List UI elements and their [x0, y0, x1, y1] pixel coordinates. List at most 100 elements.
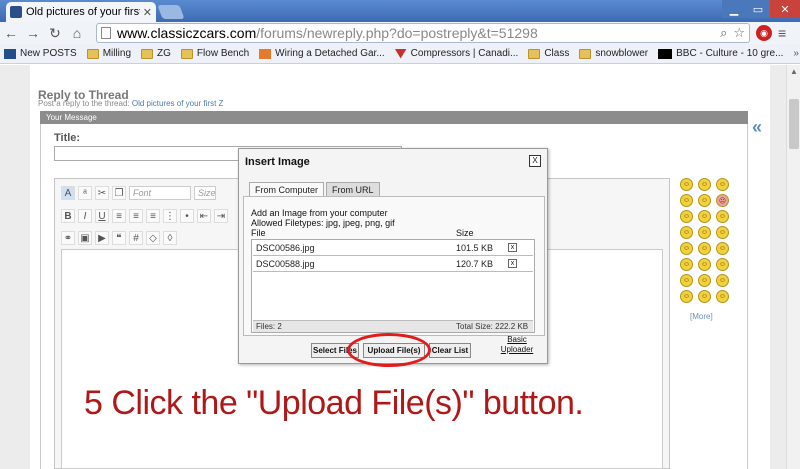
quote-icon[interactable]: ❝: [112, 231, 126, 245]
smiley-icon[interactable]: ☺: [698, 258, 711, 271]
bbc-icon: [658, 48, 673, 59]
bookmark-item[interactable]: New POSTS: [4, 48, 77, 59]
smiley-icon[interactable]: ☺: [698, 210, 711, 223]
bookmark-item[interactable]: Milling: [86, 48, 131, 59]
smiley-icon[interactable]: ☺: [680, 242, 693, 255]
collapse-icon[interactable]: «: [752, 117, 762, 138]
browser-tab[interactable]: Old pictures of your first Z - | ✕: [6, 2, 156, 22]
numbered-list-icon[interactable]: ⋮: [163, 209, 177, 223]
italic-icon[interactable]: I: [78, 209, 92, 223]
tab-strip: Old pictures of your first Z - | ✕ ▁ ▭ ✕: [0, 0, 800, 22]
code-icon[interactable]: #: [129, 231, 143, 245]
file-size: 101.5 KB: [456, 243, 494, 253]
new-tab-button[interactable]: [157, 5, 185, 19]
title-label: Title:: [54, 132, 81, 144]
insert-image-dialog: Insert Image X From Computer From URL Ad…: [238, 148, 548, 364]
bookmark-item[interactable]: Compressors | Canadi...: [394, 48, 518, 59]
html-icon[interactable]: ◊: [163, 231, 177, 245]
smiley-icon[interactable]: ☺: [716, 290, 729, 303]
bookmark-item[interactable]: Flow Bench: [180, 48, 249, 59]
bookmark-item[interactable]: Class: [528, 48, 569, 59]
minimize-icon[interactable]: ▁: [722, 0, 746, 18]
bookmark-item[interactable]: Wiring a Detached Gar...: [259, 48, 385, 59]
dialog-close-button[interactable]: X: [529, 155, 541, 167]
copy-icon[interactable]: ❐: [112, 186, 126, 200]
smiley-icon[interactable]: ☺: [698, 242, 711, 255]
php-icon[interactable]: ◇: [146, 231, 160, 245]
link-icon[interactable]: ⚭: [61, 231, 75, 245]
cut-icon[interactable]: ✂: [95, 186, 109, 200]
smiley-icon[interactable]: ☺: [680, 210, 693, 223]
upload-panel: Add an Image from your computer Allowed …: [243, 196, 545, 336]
forward-icon[interactable]: →: [22, 23, 44, 43]
maximize-icon[interactable]: ▭: [746, 0, 770, 18]
window-close-icon[interactable]: ✕: [770, 0, 800, 18]
reload-icon[interactable]: ↻: [44, 23, 66, 43]
smiley-icon[interactable]: ☺: [716, 242, 729, 255]
smiley-icon[interactable]: ☺: [698, 194, 711, 207]
browser-toolbar: ← → ↻ ⌂ www.classiczcars.com/forums/newr…: [0, 22, 800, 44]
smiley-icon[interactable]: ☺: [698, 178, 711, 191]
bookmark-item[interactable]: BBC - Culture - 10 gre...: [658, 48, 783, 59]
extension-icon[interactable]: ◉: [756, 25, 772, 41]
smiley-icon[interactable]: ☺: [698, 274, 711, 287]
address-bar[interactable]: www.classiczcars.com/forums/newreply.php…: [96, 23, 750, 43]
chevron-right-icon[interactable]: »: [793, 48, 800, 59]
smiley-icon[interactable]: ☺: [680, 258, 693, 271]
align-left-icon[interactable]: ≡: [112, 209, 126, 223]
menu-icon[interactable]: ≡: [778, 25, 786, 41]
remove-file-icon[interactable]: x: [508, 259, 517, 268]
underline-icon[interactable]: U: [95, 209, 109, 223]
bookmark-star-icon[interactable]: ☆: [733, 25, 745, 41]
clear-list-button[interactable]: Clear List: [429, 343, 471, 358]
file-list: DSC00586.jpg 101.5 KB x DSC00588.jpg 120…: [251, 239, 535, 333]
image-icon[interactable]: ▣: [78, 231, 92, 245]
wysiwyg-icon[interactable]: A: [61, 186, 75, 200]
smiley-icon[interactable]: ☺: [680, 290, 693, 303]
remove-format-icon[interactable]: ᵃ: [78, 186, 92, 200]
smiley-icon[interactable]: ☺: [698, 290, 711, 303]
smiley-icon[interactable]: ☹: [716, 194, 729, 207]
basic-uploader-link[interactable]: Basic Uploader: [497, 335, 537, 355]
smiley-icon[interactable]: ☺: [698, 226, 711, 239]
smiley-icon[interactable]: ☺: [716, 258, 729, 271]
file-row: DSC00588.jpg 120.7 KB x: [253, 257, 533, 272]
bold-icon[interactable]: B: [61, 209, 75, 223]
tab-close-icon[interactable]: ✕: [143, 6, 152, 19]
smilies-more-link[interactable]: [More]: [690, 312, 713, 321]
scrollbar[interactable]: ▲: [786, 65, 800, 469]
size-select[interactable]: Size: [194, 186, 216, 200]
folder-icon: [141, 48, 154, 59]
site-favicon-icon: [10, 6, 22, 18]
smiley-icon[interactable]: ☺: [716, 226, 729, 239]
back-icon[interactable]: ←: [0, 23, 22, 43]
scroll-up-icon[interactable]: ▲: [790, 67, 798, 76]
smiley-icon[interactable]: ☺: [716, 210, 729, 223]
align-center-icon[interactable]: ≡: [129, 209, 143, 223]
tab-from-computer[interactable]: From Computer: [249, 182, 325, 197]
file-size: 120.7 KB: [456, 259, 494, 269]
remove-file-icon[interactable]: x: [508, 243, 517, 252]
bookmark-item[interactable]: ZG: [141, 48, 171, 59]
home-icon[interactable]: ⌂: [66, 23, 88, 43]
total-size: Total Size: 222.2 KB: [456, 322, 529, 331]
smiley-icon[interactable]: ☺: [716, 274, 729, 287]
align-right-icon[interactable]: ≡: [146, 209, 160, 223]
video-icon[interactable]: ▶: [95, 231, 109, 245]
smiley-icon[interactable]: ☺: [680, 226, 693, 239]
thread-link[interactable]: Old pictures of your first Z: [132, 99, 224, 108]
font-select[interactable]: Font: [129, 186, 191, 200]
bullet-list-icon[interactable]: •: [180, 209, 194, 223]
bookmark-item[interactable]: snowblower: [579, 48, 648, 59]
outdent-icon[interactable]: ⇤: [197, 209, 211, 223]
tab-from-url[interactable]: From URL: [326, 182, 380, 197]
smiley-icon[interactable]: ☺: [716, 178, 729, 191]
smiley-icon[interactable]: ☺: [680, 274, 693, 287]
scroll-thumb[interactable]: [789, 99, 799, 149]
smiley-icon[interactable]: ☺: [680, 178, 693, 191]
search-icon[interactable]: ⌕: [720, 25, 727, 41]
site-icon: [394, 48, 407, 59]
smiley-icon[interactable]: ☺: [680, 194, 693, 207]
url-path: /forums/newreply.php?do=postreply&t=5129…: [256, 25, 538, 41]
indent-icon[interactable]: ⇥: [214, 209, 228, 223]
